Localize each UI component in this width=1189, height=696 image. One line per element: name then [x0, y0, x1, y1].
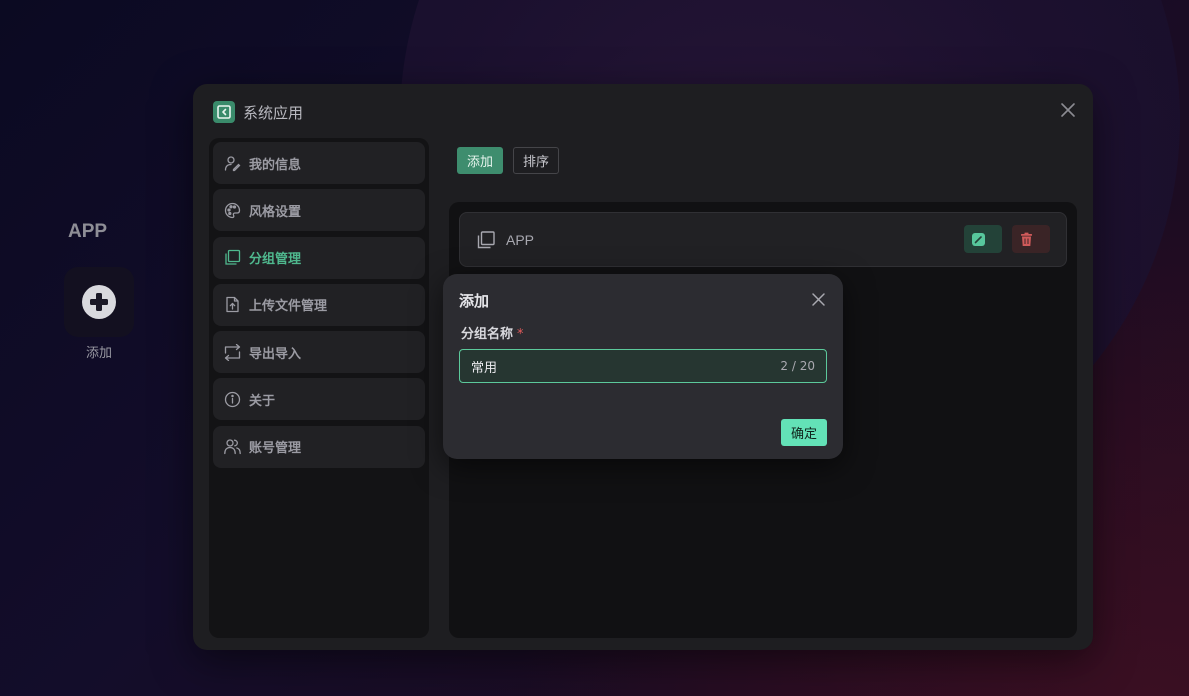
palette-icon — [224, 202, 241, 218]
edit-icon — [971, 232, 985, 246]
sidebar-item-import-export[interactable]: 导出导入 — [213, 331, 425, 374]
sidebar-item-my-info[interactable]: 我的信息 — [213, 142, 425, 184]
user-edit-icon — [224, 155, 241, 171]
sidebar-item-style-settings[interactable]: 风格设置 — [213, 189, 425, 232]
group-name: APP — [506, 231, 535, 248]
window-header: 系统应用 — [213, 100, 303, 124]
sidebar-item-account-management[interactable]: 账号管理 — [213, 425, 425, 468]
desktop-add-tile[interactable] — [64, 267, 134, 337]
close-icon[interactable] — [811, 292, 826, 307]
field-label-text: 分组名称 — [461, 327, 514, 342]
group-name-label: 分组名称 * — [461, 323, 524, 342]
sidebar-item-group-management[interactable]: 分组管理 — [213, 236, 425, 279]
sidebar-item-about[interactable]: 关于 — [213, 378, 425, 421]
edit-group-button[interactable] — [964, 225, 1002, 253]
sidebar-item-label: 我的信息 — [249, 157, 302, 173]
dialog-title: 添加 — [459, 292, 490, 310]
char-count: 2 / 20 — [780, 359, 815, 373]
add-group-dialog: 添加 分组名称* 2 / 20 确定 — [443, 274, 843, 459]
trash-icon — [1020, 232, 1032, 246]
file-upload-icon — [226, 297, 239, 313]
sidebar-item-label: 导出导入 — [249, 346, 302, 362]
app-logo-icon — [213, 101, 235, 123]
confirm-button[interactable]: 确定 — [780, 419, 827, 446]
sidebar-item-label: 风格设置 — [249, 204, 302, 220]
group-toolbar: 添加 排序 — [457, 147, 560, 174]
desktop-add-label: 添加 — [85, 346, 112, 361]
delete-group-button[interactable] — [1012, 225, 1050, 253]
add-group-button[interactable]: 添加 — [457, 147, 504, 174]
plus-circle-icon — [82, 285, 116, 319]
window-title: 系统应用 — [243, 103, 304, 122]
desktop-group-title: APP — [68, 221, 108, 242]
copy-icon — [225, 249, 241, 265]
sidebar-item-label: 账号管理 — [249, 441, 302, 457]
settings-sidebar: 我的信息 风格设置 分组管理 上传文件管理 导出导入 关于 账号管理 — [209, 138, 429, 638]
users-icon — [224, 439, 241, 455]
sidebar-item-label: 关于 — [249, 393, 276, 409]
import-export-icon — [224, 343, 241, 361]
list-item[interactable]: APP — [459, 212, 1067, 267]
required-mark: * — [517, 327, 524, 342]
sort-button[interactable]: 排序 — [513, 147, 560, 174]
group-name-field[interactable]: 2 / 20 — [459, 349, 827, 383]
copy-icon — [477, 230, 495, 248]
close-icon[interactable] — [1059, 101, 1077, 119]
group-name-input[interactable] — [471, 358, 781, 374]
group-actions — [964, 225, 1050, 253]
info-icon — [224, 391, 241, 408]
sidebar-item-label: 分组管理 — [249, 252, 302, 268]
sidebar-item-upload-files[interactable]: 上传文件管理 — [213, 283, 425, 326]
sidebar-item-label: 上传文件管理 — [249, 299, 328, 315]
